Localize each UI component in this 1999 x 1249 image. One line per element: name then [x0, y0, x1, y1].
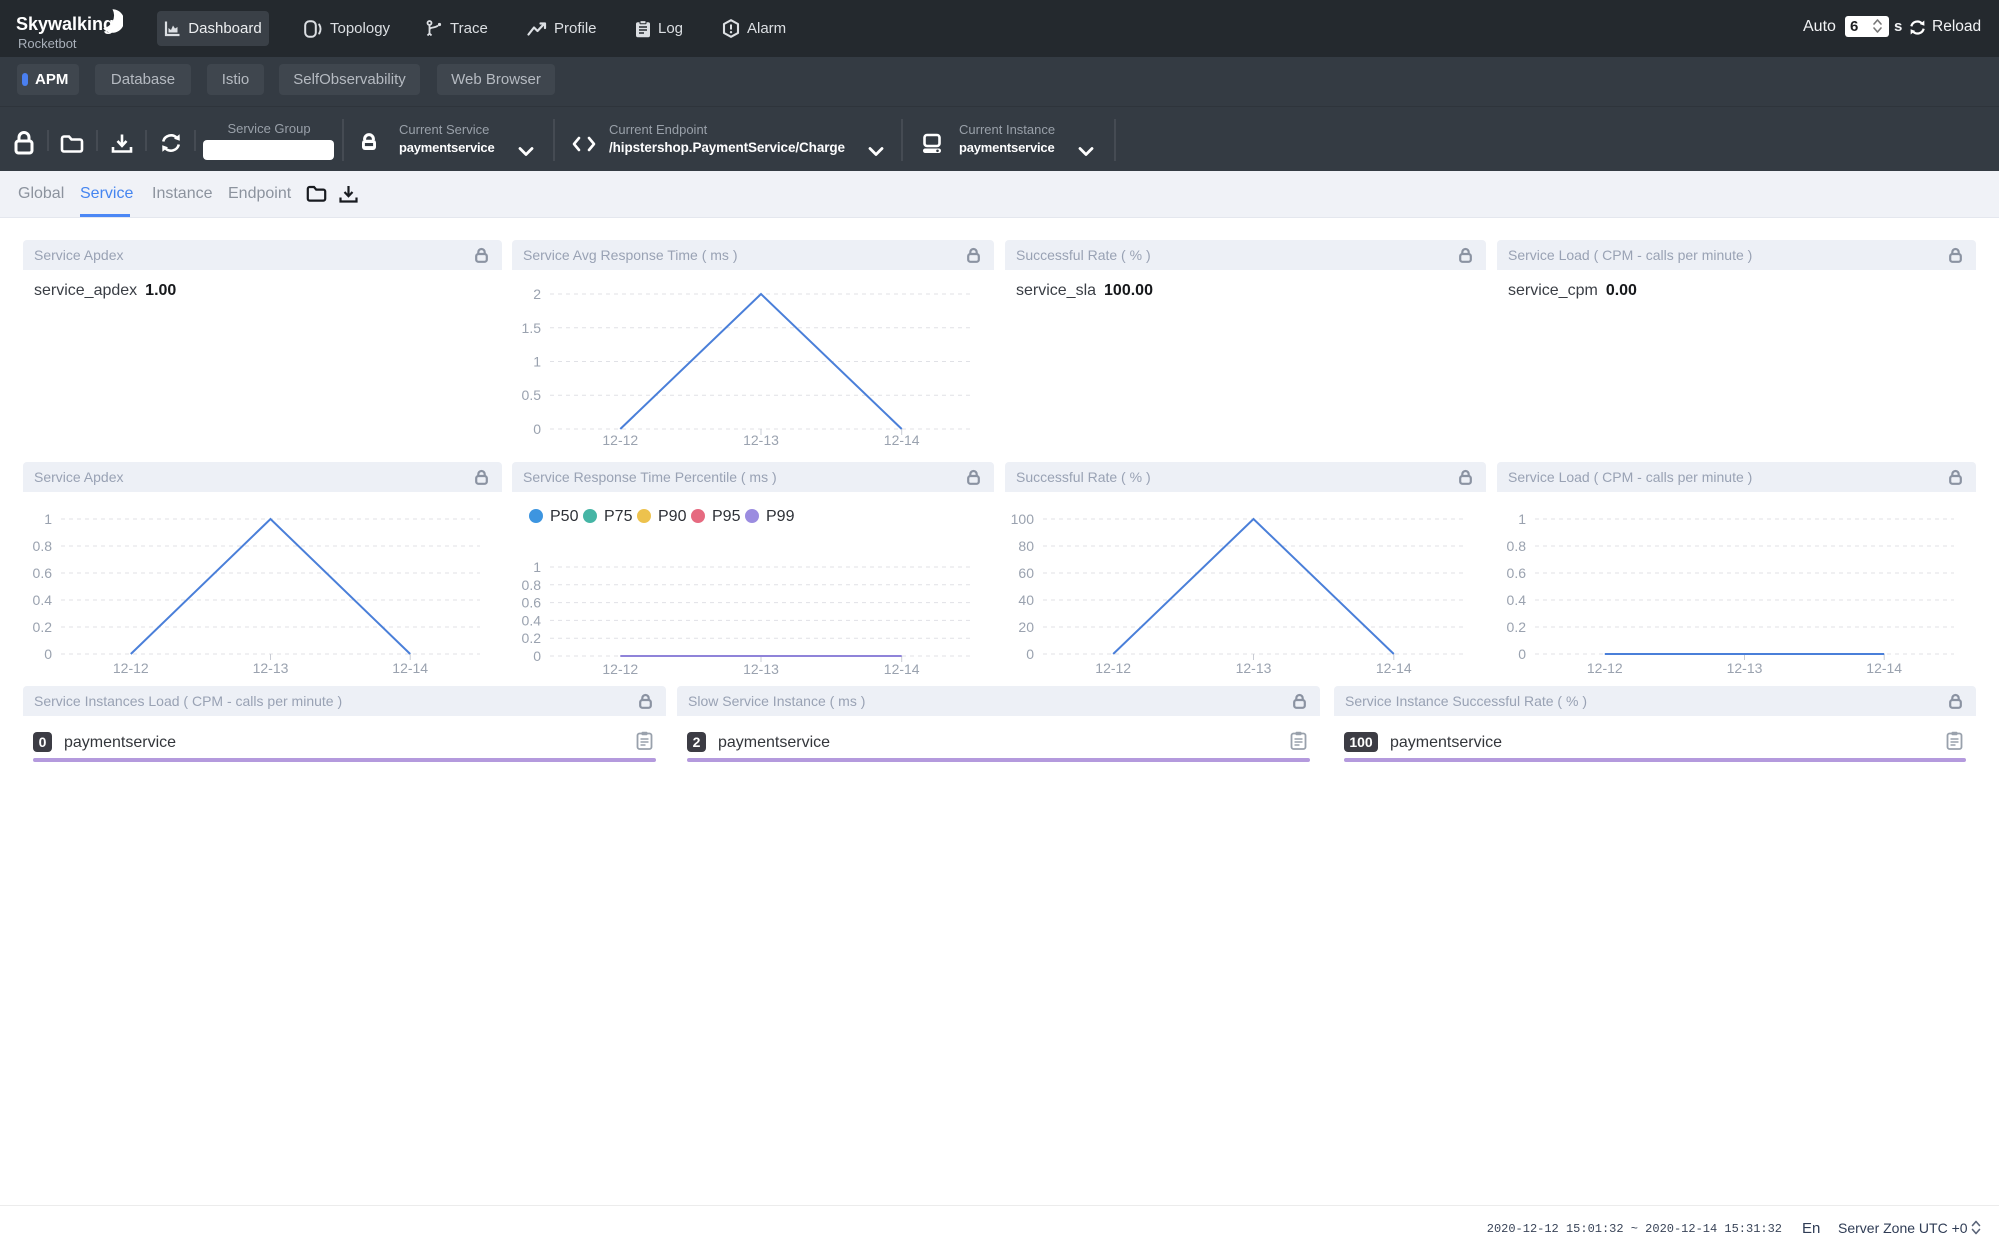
svg-text:0.4: 0.4 [522, 612, 542, 628]
svg-text:80: 80 [1018, 538, 1034, 554]
svg-text:0: 0 [44, 646, 52, 662]
svg-text:1: 1 [1518, 511, 1526, 527]
svg-text:12-13: 12-13 [1236, 660, 1272, 676]
svg-text:12-12: 12-12 [1095, 660, 1131, 676]
svg-text:12-14: 12-14 [884, 432, 920, 448]
svg-text:0.5: 0.5 [522, 387, 542, 403]
svg-text:0.2: 0.2 [1507, 619, 1527, 635]
svg-text:40: 40 [1018, 592, 1034, 608]
svg-text:0.6: 0.6 [33, 565, 53, 581]
svg-text:0: 0 [1026, 646, 1034, 662]
svg-text:1.5: 1.5 [522, 320, 542, 336]
svg-text:12-13: 12-13 [743, 432, 779, 448]
svg-text:P95: P95 [712, 508, 741, 525]
svg-text:2: 2 [533, 286, 541, 302]
svg-text:12-14: 12-14 [1376, 660, 1412, 676]
svg-text:12-12: 12-12 [113, 660, 149, 676]
svg-text:12-13: 12-13 [743, 661, 779, 677]
svg-text:0.6: 0.6 [1507, 565, 1527, 581]
svg-text:12-14: 12-14 [1866, 660, 1902, 676]
svg-text:P75: P75 [604, 508, 633, 525]
svg-text:0.8: 0.8 [33, 538, 53, 554]
svg-text:12-12: 12-12 [602, 661, 638, 677]
svg-text:0: 0 [1518, 646, 1526, 662]
svg-text:60: 60 [1018, 565, 1034, 581]
svg-text:12-13: 12-13 [1727, 660, 1763, 676]
svg-text:1: 1 [533, 559, 541, 575]
svg-text:0.2: 0.2 [33, 619, 53, 635]
svg-text:0: 0 [533, 648, 541, 664]
svg-text:100: 100 [1011, 511, 1035, 527]
svg-text:P99: P99 [766, 508, 795, 525]
svg-text:P90: P90 [658, 508, 687, 525]
svg-text:0: 0 [533, 421, 541, 437]
svg-text:12-12: 12-12 [602, 432, 638, 448]
svg-text:0.8: 0.8 [522, 577, 542, 593]
svg-text:12-13: 12-13 [253, 660, 289, 676]
svg-text:1: 1 [44, 511, 52, 527]
svg-text:P50: P50 [550, 508, 579, 525]
svg-text:0.4: 0.4 [33, 592, 53, 608]
svg-text:1: 1 [533, 354, 541, 370]
svg-text:0.8: 0.8 [1507, 538, 1527, 554]
svg-text:0.2: 0.2 [522, 630, 542, 646]
svg-text:0.6: 0.6 [522, 595, 542, 611]
svg-text:12-14: 12-14 [884, 661, 920, 677]
svg-text:12-12: 12-12 [1587, 660, 1623, 676]
svg-text:0.4: 0.4 [1507, 592, 1527, 608]
svg-text:20: 20 [1018, 619, 1034, 635]
svg-text:12-14: 12-14 [392, 660, 428, 676]
